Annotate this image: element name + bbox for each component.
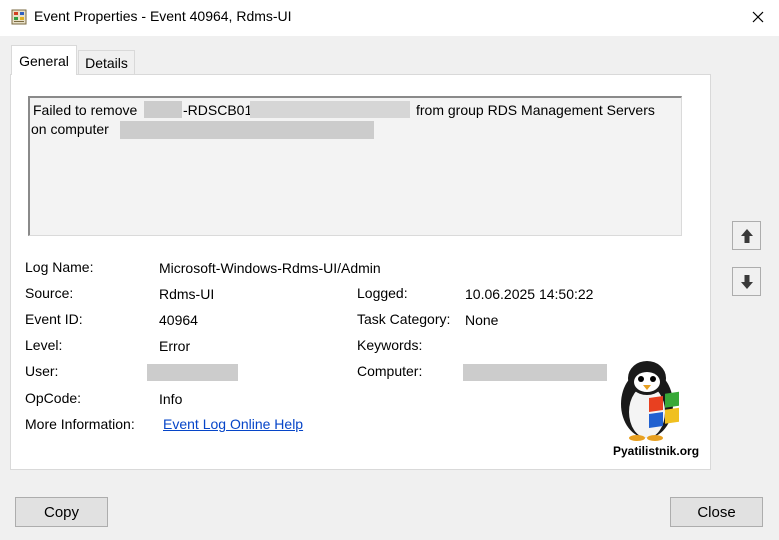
logged-label: Logged: [357,285,408,301]
description-line1-suffix: from group RDS Management Servers [416,102,655,118]
title-bar: Event Properties - Event 40964, Rdms-UI [0,0,779,36]
event-log-online-help-link[interactable]: Event Log Online Help [163,416,303,432]
task-category-value: None [465,312,499,328]
more-information-label: More Information: [25,416,135,432]
log-name-label: Log Name: [25,259,94,275]
copy-button-label: Copy [43,503,80,521]
opcode-label: OpCode: [25,390,82,406]
redacted-computer [463,364,611,381]
tab-general[interactable]: General [11,45,77,75]
source-value: Rdms-UI [159,286,215,302]
close-button-label: Close [697,503,736,521]
user-label: User: [25,363,59,379]
redacted-text [120,121,374,139]
description-line2-prefix: on computer [31,121,109,137]
log-name-value: Microsoft-Windows-Rdms-UI/Admin [159,260,381,276]
arrow-down-icon [740,274,753,289]
redacted-text [250,101,410,118]
close-button[interactable]: Close [670,497,763,527]
redacted-user [147,364,238,381]
pyatilistnik-logo: Pyatilistnik.org [607,356,706,462]
arrow-up-icon [740,228,753,243]
redacted-text [144,101,182,118]
close-icon [752,11,764,23]
tab-details[interactable]: Details [78,50,135,75]
watermark-text: Pyatilistnik.org [613,444,700,458]
opcode-value: Info [159,391,183,407]
tab-general-label: General [19,52,69,69]
event-id-value: 40964 [159,312,198,328]
event-id-label: Event ID: [25,311,83,327]
level-value: Error [159,338,191,354]
tab-details-label: Details [85,55,128,71]
event-viewer-icon [11,9,27,25]
level-label: Level: [25,337,63,353]
logged-value: 10.06.2025 14:50:22 [465,286,594,302]
next-event-button[interactable] [732,267,761,296]
window-title: Event Properties - Event 40964, Rdms-UI [34,8,292,24]
copy-button[interactable]: Copy [15,497,108,527]
description-line1-fragment: -RDSCB01 [183,102,253,118]
keywords-label: Keywords: [357,337,423,353]
task-category-label: Task Category: [357,311,451,327]
computer-label: Computer: [357,363,423,379]
description-line1-prefix: Failed to remove [33,102,138,118]
close-window-button[interactable] [744,5,772,29]
source-label: Source: [25,285,74,301]
previous-event-button[interactable] [732,221,761,250]
